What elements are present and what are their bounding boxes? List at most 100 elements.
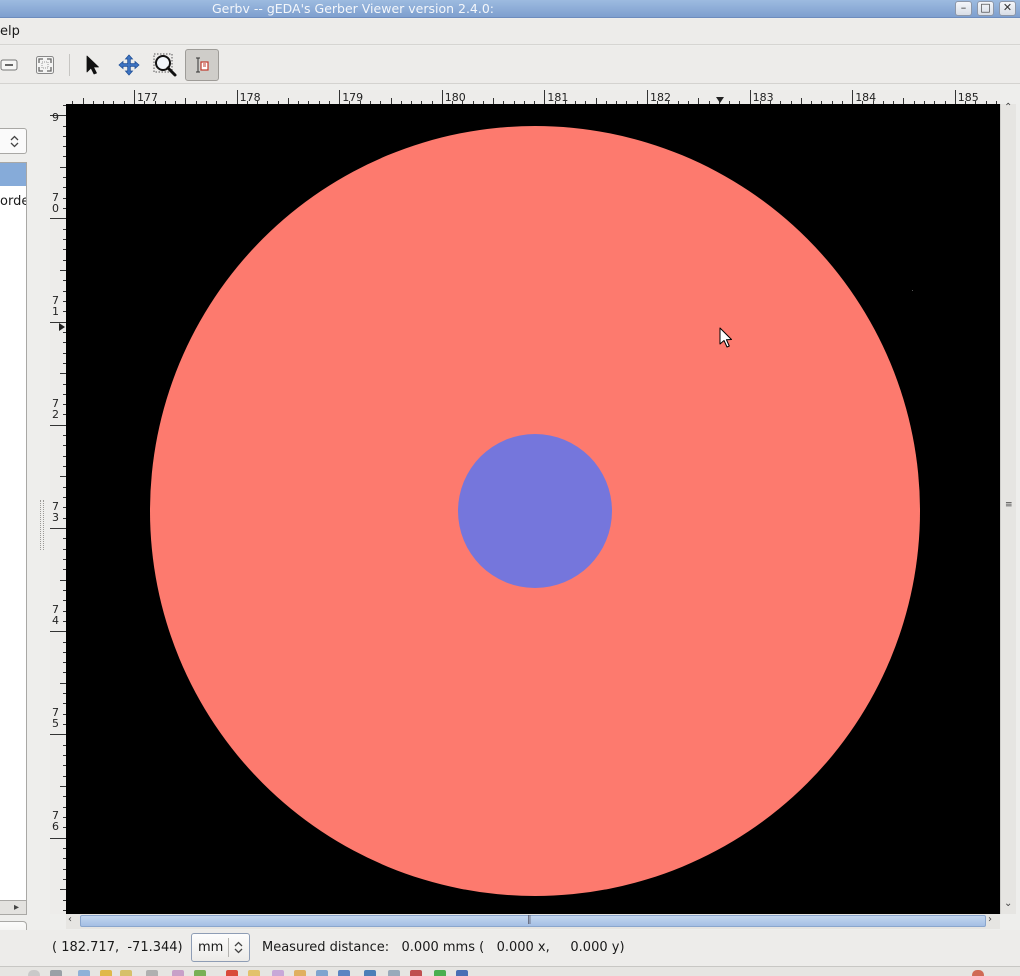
layer-list: orde [0, 162, 27, 907]
taskbar-icon[interactable] [410, 970, 422, 976]
maximize-button[interactable]: □ [977, 1, 994, 16]
zoom-out-button[interactable] [0, 49, 26, 81]
taskbar-icon[interactable] [972, 970, 984, 976]
measured-distance: Measured distance: 0.000 mms ( 0.000 x, … [262, 940, 625, 955]
taskbar-icon[interactable] [272, 970, 284, 976]
scroll-right-icon[interactable]: › [988, 914, 992, 925]
cursor-coordinates: ( 182.717, -71.344) [52, 940, 183, 955]
layer-combo[interactable] [0, 128, 27, 154]
layer-panel: orde ▸ [0, 120, 34, 954]
horizontal-ruler-ticks: 177 178 179 180 181 182 183 184 185 [72, 90, 997, 104]
taskbar-icon[interactable] [78, 970, 90, 976]
status-bar: ( 182.717, -71.344) mm Measured distance… [0, 930, 1020, 966]
window-title: Gerbv -- gEDA's Gerber Viewer version 2.… [212, 1, 495, 16]
spin-arrows-icon [10, 135, 19, 148]
ruler-label: 179 [342, 91, 363, 104]
ruler-label: 185 [958, 91, 979, 104]
ruler-label: 2 [52, 408, 59, 421]
taskbar [0, 966, 1020, 976]
ruler-label: 180 [445, 91, 466, 104]
zoom-tool-icon [153, 53, 177, 77]
ruler-label: 6 [52, 820, 59, 833]
ruler-label: 178 [240, 91, 261, 104]
zoom-fit-button[interactable] [28, 49, 62, 81]
vertical-scrollbar[interactable]: ⌃ ≡ ⌄ [1000, 102, 1016, 914]
horizontal-scrollbar[interactable]: ‹ ‖ › [66, 914, 1000, 929]
taskbar-icon[interactable] [226, 970, 238, 976]
stray-dot [912, 290, 913, 291]
taskbar-icon[interactable] [316, 970, 328, 976]
scroll-grip-icon: ‖ [527, 915, 532, 925]
minimize-icon: – [960, 1, 967, 14]
layer-row-selected[interactable] [0, 163, 26, 186]
taskbar-icon[interactable] [28, 970, 40, 976]
menu-bar: elp [0, 19, 1020, 45]
taskbar-icon[interactable] [456, 970, 468, 976]
measure-tool-icon [196, 57, 209, 73]
vertical-ruler-ticks: 970717273747576 [50, 105, 66, 911]
taskbar-icon[interactable] [146, 970, 158, 976]
scroll-up-icon[interactable]: ⌃ [1004, 102, 1012, 113]
taskbar-icon[interactable] [294, 970, 306, 976]
close-icon: ✕ [1002, 1, 1013, 14]
inner-pad [458, 434, 612, 588]
ruler-label: 9 [52, 111, 59, 124]
scroll-down-icon[interactable]: ⌄ [1004, 898, 1012, 909]
zoom-fit-icon [36, 56, 54, 74]
ruler-label: 184 [855, 91, 876, 104]
horizontal-ruler: 177 178 179 180 181 182 183 184 185 [66, 90, 1000, 104]
vertical-ruler: 970717273747576 [50, 104, 66, 914]
pan-tool-icon [118, 54, 140, 76]
zoom-tool-button[interactable] [148, 49, 182, 81]
taskbar-icon[interactable] [388, 970, 400, 976]
pointer-tool-icon [86, 55, 99, 75]
ruler-cursor-marker [716, 97, 724, 103]
menu-help[interactable]: elp [0, 24, 20, 39]
ruler-label: 183 [753, 91, 774, 104]
measured-value: 0.000 mms ( 0.000 x, 0.000 y) [401, 940, 625, 955]
taskbar-icon[interactable] [248, 970, 260, 976]
taskbar-icon[interactable] [194, 970, 206, 976]
ruler-label: 3 [52, 511, 59, 524]
taskbar-icon[interactable] [172, 970, 184, 976]
measured-label: Measured distance: [262, 940, 390, 955]
spin-arrows-icon [234, 941, 243, 954]
ruler-label: 177 [137, 91, 158, 104]
horizontal-scroll-thumb[interactable]: ‖ [80, 915, 986, 927]
gerber-drawing [150, 126, 920, 896]
gerber-canvas[interactable] [66, 104, 1000, 914]
ruler-label: 5 [52, 717, 59, 730]
minimize-button[interactable]: – [955, 1, 972, 16]
unit-select-divider [228, 938, 229, 957]
taskbar-icon[interactable] [100, 970, 112, 976]
ruler-label: 1 [52, 305, 59, 318]
layer-list-hscroll[interactable]: ▸ [0, 900, 27, 915]
ruler-label: 0 [52, 202, 59, 215]
title-bar: Gerbv -- gEDA's Gerber Viewer version 2.… [0, 0, 1020, 18]
zoom-out-icon [0, 59, 18, 71]
pane-resize-handle[interactable] [40, 500, 44, 550]
maximize-icon: □ [980, 1, 991, 14]
measure-tool-button[interactable] [185, 49, 219, 81]
taskbar-icon[interactable] [50, 970, 62, 976]
ruler-label: 4 [52, 614, 59, 627]
taskbar-icon[interactable] [434, 970, 446, 976]
chevron-right-icon[interactable]: ▸ [14, 902, 19, 913]
scroll-grip-icon: ≡ [1005, 500, 1013, 510]
ruler-corner [50, 90, 66, 104]
ruler-cursor-marker [59, 323, 65, 331]
ruler-label: 181 [547, 91, 568, 104]
taskbar-icon[interactable] [338, 970, 350, 976]
scroll-left-icon[interactable]: ‹ [68, 914, 72, 925]
ruler-label: 182 [650, 91, 671, 104]
pointer-tool-button[interactable] [75, 49, 109, 81]
toolbar-separator [69, 54, 70, 76]
pan-tool-button[interactable] [112, 49, 146, 81]
unit-select[interactable]: mm [191, 933, 250, 962]
close-button[interactable]: ✕ [999, 1, 1016, 16]
layer-row-label[interactable]: orde [0, 194, 26, 209]
taskbar-icon[interactable] [120, 970, 132, 976]
taskbar-icon[interactable] [364, 970, 376, 976]
toolbar [0, 46, 1020, 84]
unit-select-value: mm [198, 940, 224, 955]
